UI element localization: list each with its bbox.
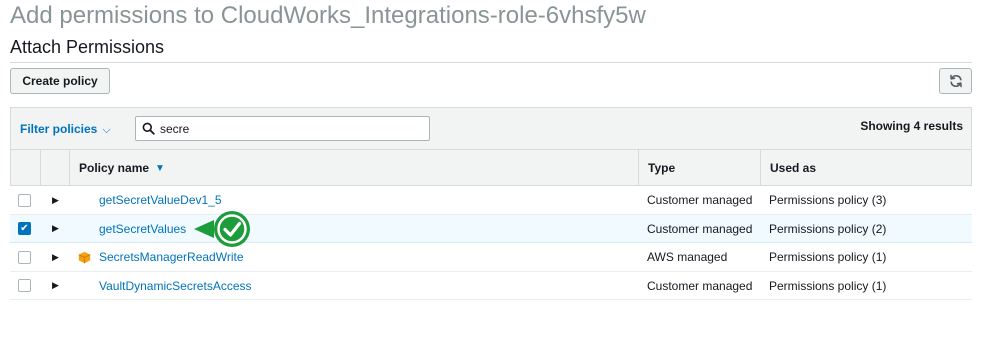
create-policy-button[interactable]: Create policy xyxy=(10,68,110,94)
aws-managed-icon xyxy=(78,251,91,263)
policy-name-link[interactable]: SecretsManagerReadWrite xyxy=(99,250,244,264)
policy-used-as: Permissions policy (1) xyxy=(769,278,887,293)
column-header-used-as[interactable]: Used as xyxy=(770,150,816,186)
policy-name-label: Policy name xyxy=(79,161,150,175)
policies-table: Policy name ▼ Type Used as ▶ getSecretVa… xyxy=(10,150,972,300)
column-separator xyxy=(69,150,70,186)
table-row[interactable]: ▶ VaultDynamicSecretsAccess Customer man… xyxy=(10,272,972,300)
page-title: Add permissions to CloudWorks_Integratio… xyxy=(10,2,646,29)
expand-arrow-icon[interactable]: ▶ xyxy=(52,195,59,206)
expand-arrow-icon[interactable]: ▶ xyxy=(52,252,59,263)
search-icon xyxy=(142,122,155,135)
table-row[interactable]: ▶ getSecretValueDev1_5 Customer managed … xyxy=(10,186,972,215)
column-separator xyxy=(638,150,639,186)
filter-policies-dropdown[interactable]: Filter policies ⌵ xyxy=(20,122,111,137)
table-row[interactable]: ✔ ▶ getSecretValues Customer managed Per… xyxy=(10,214,972,243)
filter-policies-label: Filter policies xyxy=(20,122,98,136)
column-separator xyxy=(760,150,761,186)
check-callout-icon xyxy=(194,211,250,247)
policy-type: Customer managed xyxy=(647,193,753,207)
table-row[interactable]: ▶ SecretsManagerReadWrite AWS managed Pe… xyxy=(10,243,972,272)
column-separator xyxy=(40,150,41,186)
policy-name-link[interactable]: VaultDynamicSecretsAccess xyxy=(99,279,252,293)
table-header: Policy name ▼ Type Used as xyxy=(10,150,972,186)
column-header-type[interactable]: Type xyxy=(648,150,675,186)
search-box[interactable] xyxy=(135,116,430,141)
policy-used-as: Permissions policy (1) xyxy=(769,250,887,264)
column-header-policy-name[interactable]: Policy name ▼ xyxy=(79,150,165,186)
row-checkbox[interactable] xyxy=(18,250,31,264)
refresh-icon xyxy=(949,74,962,88)
expand-arrow-icon[interactable]: ▶ xyxy=(52,223,59,234)
policy-name-link[interactable]: getSecretValueDev1_5 xyxy=(99,193,222,207)
chevron-down-icon: ⌵ xyxy=(102,124,111,136)
section-title: Attach Permissions xyxy=(10,37,165,57)
sort-descending-icon: ▼ xyxy=(155,162,165,174)
row-checkbox[interactable] xyxy=(18,279,31,292)
policy-type: Customer managed xyxy=(647,221,753,236)
policy-used-as: Permissions policy (3) xyxy=(769,193,887,207)
row-checkbox[interactable] xyxy=(18,193,31,207)
policy-name-link[interactable]: getSecretValues xyxy=(99,222,186,236)
policy-type: AWS managed xyxy=(647,250,728,264)
filter-bar: Filter policies ⌵ Showing 4 results xyxy=(10,107,972,150)
results-count: Showing 4 results xyxy=(860,119,963,133)
refresh-button[interactable] xyxy=(939,68,972,94)
policy-used-as: Permissions policy (2) xyxy=(769,221,887,236)
row-checkbox[interactable]: ✔ xyxy=(18,222,31,235)
search-input[interactable] xyxy=(160,121,400,136)
expand-arrow-icon[interactable]: ▶ xyxy=(52,280,59,291)
divider xyxy=(10,62,972,63)
policy-type: Customer managed xyxy=(647,278,753,293)
